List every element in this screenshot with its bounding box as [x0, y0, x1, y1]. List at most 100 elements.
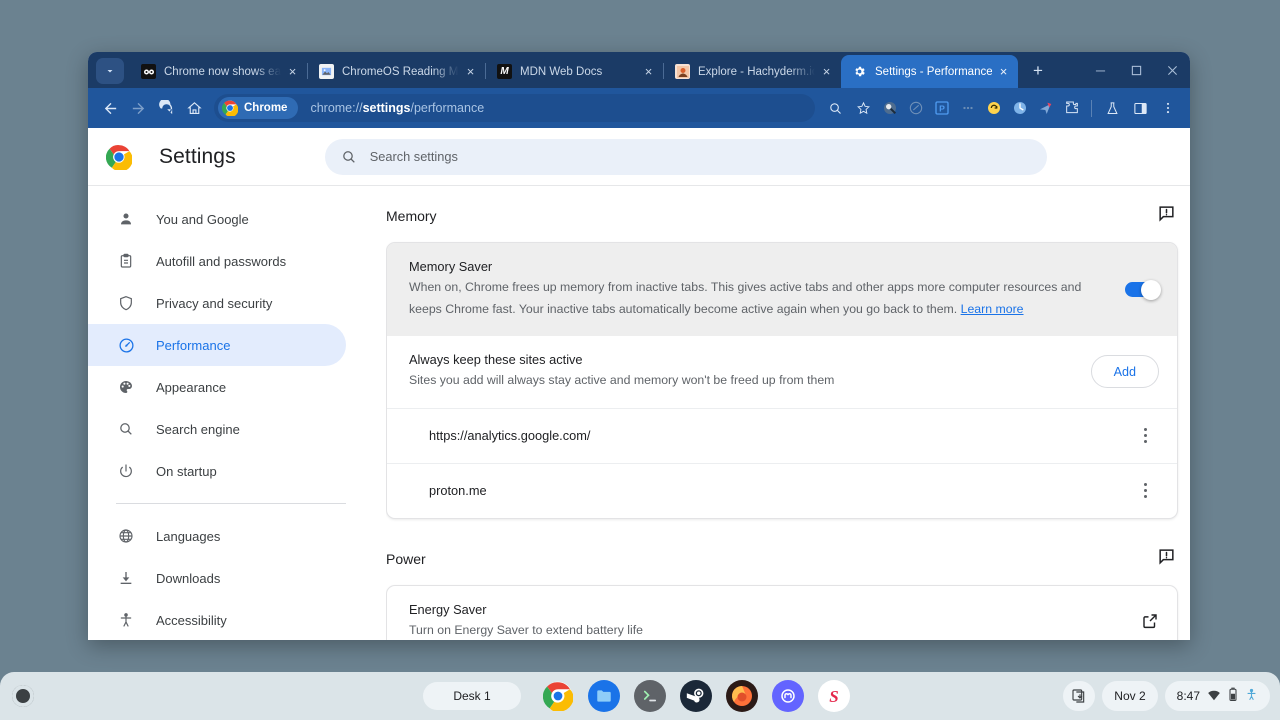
chevron-down-icon [107, 70, 113, 73]
desk-button[interactable]: Desk 1 [423, 682, 521, 710]
three-dot-menu-icon[interactable] [1154, 94, 1182, 122]
sidebar-item-on-startup[interactable]: On startup [88, 450, 346, 492]
accessibility-icon [116, 612, 136, 628]
tab-strip: Chrome now shows each ac × ChromeOS Read… [88, 52, 1190, 88]
sidebar-item-label: Languages [156, 528, 221, 544]
zoom-search-icon[interactable] [821, 94, 849, 122]
clipboard-icon [116, 253, 136, 269]
tab-close-button[interactable]: × [640, 63, 657, 80]
power-section-header: Power [386, 519, 1178, 585]
new-tab-button[interactable]: + [1024, 57, 1052, 85]
forward-button[interactable] [124, 94, 152, 122]
minimize-button[interactable] [1082, 52, 1118, 88]
mastodon-app-icon[interactable] [771, 680, 804, 712]
accessibility-status-icon [1245, 688, 1258, 704]
image-icon [319, 64, 334, 79]
mastodon-icon [675, 64, 690, 79]
terminal-app-icon[interactable] [633, 680, 666, 712]
browser-tab-active[interactable]: Settings - Performance × [841, 55, 1018, 88]
sidebar-item-performance[interactable]: Performance [88, 324, 346, 366]
extension-icon-3[interactable]: P [929, 95, 955, 121]
chrome-chip[interactable]: Chrome [218, 97, 299, 119]
steam-app-icon[interactable] [679, 680, 712, 712]
sidebar-item-languages[interactable]: Languages [88, 515, 346, 557]
files-app-icon[interactable] [587, 680, 620, 712]
memory-saver-title: Memory Saver [409, 259, 493, 274]
close-button[interactable] [1154, 52, 1190, 88]
kebab-menu-icon[interactable] [1133, 479, 1157, 503]
back-button[interactable] [96, 94, 124, 122]
tab-close-button[interactable]: × [818, 63, 835, 80]
flask-icon[interactable] [1098, 94, 1126, 122]
kebab-menu-icon[interactable] [1133, 424, 1157, 448]
sidebar-item-label: Downloads [156, 570, 221, 586]
system-tray[interactable]: 8:47 [1164, 681, 1270, 711]
status-area: Nov 2 8:47 [1056, 681, 1270, 711]
memory-saver-toggle[interactable] [1125, 279, 1161, 300]
settings-gear-icon [852, 64, 867, 79]
sidebar-item-label: Accessibility [156, 612, 227, 628]
settings-body: You and Google Autofill and passwords Pr… [88, 186, 1190, 640]
site-url: https://analytics.google.com/ [429, 428, 591, 443]
tab-close-button[interactable]: × [462, 63, 479, 80]
settings-header: Settings Search settings [88, 128, 1190, 186]
address-bar[interactable]: Chrome chrome://settings/performance [214, 94, 815, 122]
add-site-button[interactable]: Add [1090, 355, 1159, 389]
search-settings-input[interactable]: Search settings [324, 138, 1047, 175]
news-icon [141, 64, 156, 79]
learn-more-link[interactable]: Learn more [961, 302, 1024, 316]
browser-tab[interactable]: M MDN Web Docs × [486, 55, 663, 88]
browser-tab[interactable]: ChromeOS Reading Mode is × [308, 55, 485, 88]
external-link-icon[interactable] [1141, 612, 1159, 630]
download-icon [116, 570, 136, 586]
extension-icon-4[interactable] [955, 95, 981, 121]
reload-button[interactable] [152, 94, 180, 122]
keep-sites-active-title: Always keep these sites active [409, 352, 583, 367]
firefox-app-icon[interactable] [725, 680, 758, 712]
sidebar-item-accessibility[interactable]: Accessibility [88, 599, 346, 640]
url-text: chrome://settings/performance [310, 101, 484, 115]
person-icon [116, 211, 136, 227]
memory-section-header: Memory [386, 186, 1178, 242]
extension-icon-1[interactable] [877, 95, 903, 121]
svg-text:P: P [939, 103, 945, 113]
extension-icon-7[interactable] [1033, 95, 1059, 121]
extension-icon-6[interactable] [1007, 95, 1033, 121]
sidebar-item-autofill-and-passwords[interactable]: Autofill and passwords [88, 240, 346, 282]
memory-saver-row: Memory Saver When on, Chrome frees up me… [387, 243, 1177, 336]
feedback-icon[interactable] [1157, 204, 1176, 228]
screen-capture-button[interactable] [1063, 681, 1096, 711]
s-app-icon[interactable]: S [817, 680, 850, 712]
sidebar-item-downloads[interactable]: Downloads [88, 557, 346, 599]
tab-title: Settings - Performance [875, 65, 992, 78]
section-heading-memory: Memory [386, 208, 437, 224]
sidebar-item-label: You and Google [156, 211, 249, 227]
date-button[interactable]: Nov 2 [1102, 681, 1158, 711]
sidebar-item-label: Privacy and security [156, 295, 273, 311]
palette-icon [116, 379, 136, 395]
search-placeholder: Search settings [369, 149, 458, 164]
sidebar-item-label: Autofill and passwords [156, 253, 287, 269]
extension-icon-2[interactable] [903, 95, 929, 121]
browser-tab[interactable]: Explore - Hachyderm.io × [664, 55, 841, 88]
sidebar-item-label: Appearance [156, 379, 227, 395]
home-button[interactable] [180, 94, 208, 122]
wifi-icon [1207, 688, 1221, 705]
browser-tab[interactable]: Chrome now shows each ac × [130, 55, 307, 88]
maximize-button[interactable] [1118, 52, 1154, 88]
tab-search-button[interactable] [96, 58, 124, 84]
extension-puzzle-icon[interactable] [1059, 95, 1085, 121]
side-panel-icon[interactable] [1126, 94, 1154, 122]
bookmark-star-icon[interactable] [849, 94, 877, 122]
sidebar-item-privacy-and-security[interactable]: Privacy and security [88, 282, 346, 324]
tab-close-button[interactable]: × [995, 63, 1012, 80]
chrome-app-icon[interactable] [542, 680, 574, 712]
section-heading-power: Power [386, 550, 426, 567]
tab-close-button[interactable]: × [284, 63, 301, 80]
feedback-icon[interactable] [1157, 547, 1176, 571]
sidebar-item-search-engine[interactable]: Search engine [88, 408, 346, 450]
sidebar-item-you-and-google[interactable]: You and Google [88, 198, 346, 240]
sidebar-item-appearance[interactable]: Appearance [88, 366, 346, 408]
extension-icon-5[interactable] [981, 95, 1007, 121]
settings-content: Memory Memory Saver When on, Chrome free… [386, 186, 1190, 640]
